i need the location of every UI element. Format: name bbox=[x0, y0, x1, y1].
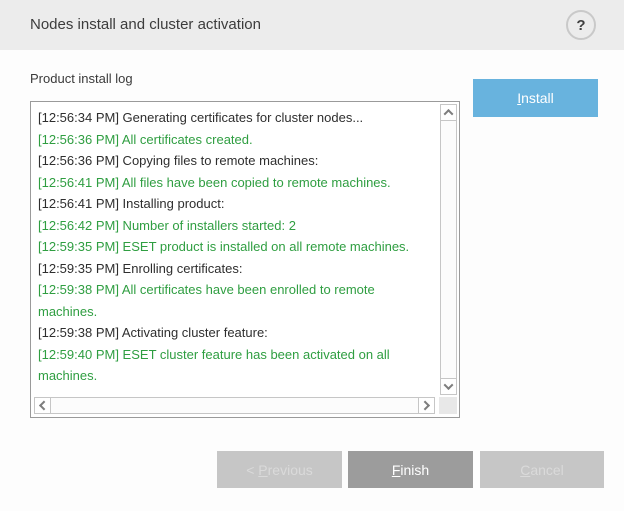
cancel-button[interactable]: Cancel bbox=[480, 451, 604, 488]
chevron-down-icon bbox=[444, 380, 454, 390]
help-button[interactable]: ? bbox=[566, 10, 596, 40]
previous-button[interactable]: < Previous bbox=[217, 451, 342, 488]
log-entry: [12:59:35 PM] Enrolling certificates: bbox=[38, 258, 434, 280]
log-list: [12:56:34 PM] Generating certificates fo… bbox=[31, 102, 436, 395]
log-entry: [12:56:36 PM] Copying files to remote ma… bbox=[38, 150, 434, 172]
log-entry: [12:56:41 PM] Installing product: bbox=[38, 193, 434, 215]
page-title: Nodes install and cluster activation bbox=[30, 0, 261, 50]
product-install-log-label: Product install log bbox=[30, 71, 133, 86]
chevron-right-icon bbox=[420, 401, 430, 411]
dialog-titlebar: Nodes install and cluster activation ? bbox=[0, 0, 624, 50]
finish-button[interactable]: Finish bbox=[348, 451, 473, 488]
vertical-scroll-thumb[interactable] bbox=[440, 120, 457, 379]
chevron-left-icon bbox=[39, 401, 49, 411]
log-entry: [12:59:35 PM] ESET product is installed … bbox=[38, 236, 434, 258]
question-mark-icon: ? bbox=[576, 18, 585, 33]
log-entry: [12:56:42 PM] Number of installers start… bbox=[38, 215, 434, 237]
scrollbar-corner bbox=[439, 397, 457, 414]
scroll-down-button[interactable] bbox=[440, 378, 457, 395]
chevron-up-icon bbox=[444, 109, 454, 119]
log-entry: [12:59:38 PM] Activating cluster feature… bbox=[38, 322, 434, 344]
log-entry: [12:59:38 PM] All certificates have been… bbox=[38, 279, 434, 322]
horizontal-scrollbar[interactable] bbox=[34, 397, 435, 414]
scroll-right-button[interactable] bbox=[418, 397, 435, 414]
vertical-scrollbar[interactable] bbox=[440, 104, 457, 395]
install-log-listbox[interactable]: [12:56:34 PM] Generating certificates fo… bbox=[30, 101, 460, 418]
scroll-up-button[interactable] bbox=[440, 104, 457, 121]
scroll-left-button[interactable] bbox=[34, 397, 51, 414]
log-entry: [12:59:40 PM] ESET cluster feature has b… bbox=[38, 344, 434, 387]
log-entry: [12:56:36 PM] All certificates created. bbox=[38, 129, 434, 151]
install-button[interactable]: Install bbox=[473, 79, 598, 117]
log-entry: [12:56:41 PM] All files have been copied… bbox=[38, 172, 434, 194]
horizontal-scroll-thumb[interactable] bbox=[50, 397, 419, 414]
log-entry: [12:56:34 PM] Generating certificates fo… bbox=[38, 107, 434, 129]
